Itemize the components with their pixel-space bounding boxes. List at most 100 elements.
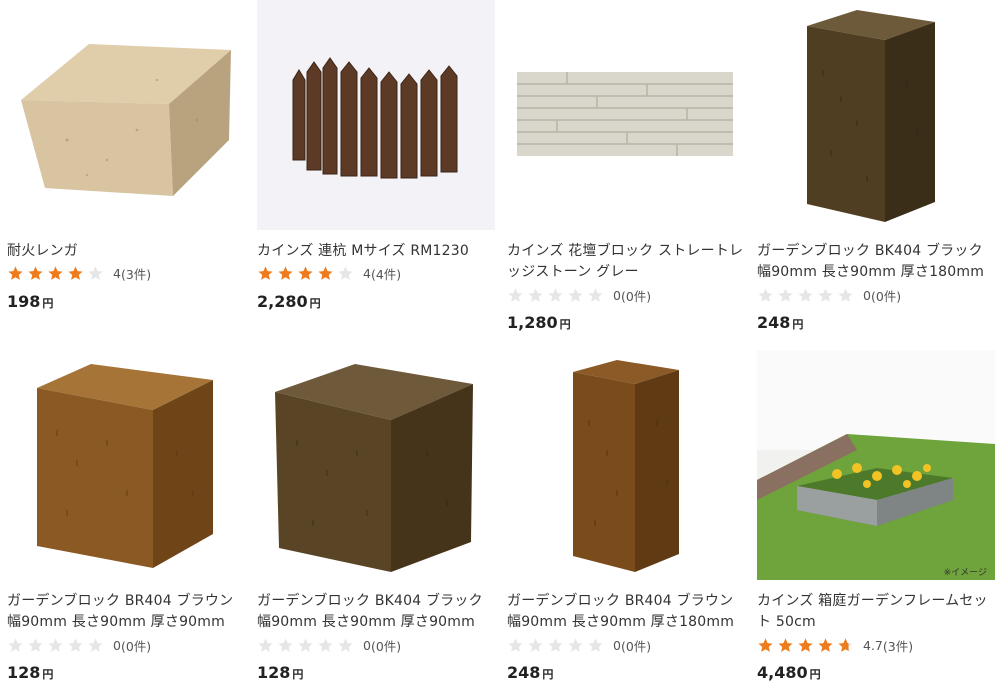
star-empty-icon — [508, 637, 523, 652]
star-rating — [757, 287, 857, 304]
product-card[interactable]: ガーデンブロック BK404 ブラック 幅90mm 長さ90mm 厚さ90mm … — [257, 350, 497, 682]
star-empty-icon — [778, 287, 793, 302]
star-empty-icon — [588, 287, 603, 302]
star-filled-icon — [758, 637, 773, 652]
price: 248 円 — [757, 313, 803, 332]
review-count[interactable]: (3件) — [883, 636, 913, 655]
currency-label: 円 — [542, 668, 554, 681]
star-filled-icon — [278, 265, 293, 280]
product-card[interactable]: 耐火レンガ 4 (3件) 198 円 — [7, 0, 247, 311]
rating: 0 (0件) — [757, 286, 901, 304]
star-empty-icon — [508, 287, 523, 302]
price: 128 円 — [7, 663, 53, 682]
star-empty-icon — [568, 287, 583, 302]
black-wood-block-tall-image[interactable] — [757, 0, 995, 230]
product-title[interactable]: ガーデンブロック BK404 ブラック 幅90mm 長さ90mm 厚さ180mm — [757, 241, 997, 283]
review-count[interactable]: (0件) — [871, 286, 901, 305]
star-empty-icon — [568, 637, 583, 652]
product-card[interactable]: ガーデンブロック BR404 ブラウン 幅90mm 長さ90mm 厚さ180mm… — [507, 350, 747, 682]
refractory-brick-image[interactable] — [7, 0, 245, 230]
price-value: 4,480 — [757, 663, 808, 682]
price-value: 2,280 — [257, 292, 308, 311]
rating-value: 0 — [613, 287, 621, 303]
star-filled-icon — [798, 637, 813, 652]
rating: 0 (0件) — [507, 286, 651, 304]
star-filled-icon — [778, 637, 793, 652]
rating-value: 0 — [613, 637, 621, 653]
price: 2,280 円 — [257, 292, 321, 311]
currency-label: 円 — [809, 668, 821, 681]
review-count[interactable]: (3件) — [121, 264, 151, 283]
price: 4,480 円 — [757, 663, 821, 682]
rating-value: 4.7 — [863, 637, 883, 653]
garden-frame-set-image[interactable]: ※イメージ — [757, 350, 995, 580]
review-count[interactable]: (0件) — [621, 286, 651, 305]
star-filled-icon — [8, 265, 23, 280]
rating: 4 (4件) — [257, 264, 401, 282]
currency-label: 円 — [559, 318, 571, 331]
star-empty-icon — [838, 287, 853, 302]
currency-label: 円 — [292, 668, 304, 681]
star-empty-icon — [8, 637, 23, 652]
star-rating — [757, 637, 857, 654]
star-empty-icon — [798, 287, 813, 302]
currency-label: 円 — [42, 297, 54, 310]
star-empty-icon — [588, 637, 603, 652]
star-rating — [257, 265, 357, 282]
product-title[interactable]: カインズ 箱庭ガーデンフレームセット 50cm — [757, 591, 997, 633]
star-half-icon — [838, 637, 853, 652]
star-filled-icon — [318, 265, 333, 280]
ledgestone-panel-image[interactable] — [507, 0, 745, 230]
star-empty-icon — [548, 287, 563, 302]
star-filled-icon — [258, 265, 273, 280]
star-empty-icon — [548, 637, 563, 652]
star-empty-icon — [528, 637, 543, 652]
currency-label: 円 — [42, 668, 54, 681]
star-empty-icon — [28, 637, 43, 652]
rating: 0 (0件) — [507, 636, 651, 654]
star-empty-icon — [48, 637, 63, 652]
product-title[interactable]: 耐火レンガ — [7, 241, 247, 262]
price-value: 128 — [7, 663, 41, 682]
star-empty-icon — [88, 637, 103, 652]
price-value: 248 — [757, 313, 791, 332]
review-count[interactable]: (4件) — [371, 264, 401, 283]
brown-wood-cube-image[interactable] — [7, 350, 245, 580]
product-title[interactable]: カインズ 花壇ブロック ストレートレッジストーン グレー — [507, 241, 747, 283]
star-empty-icon — [528, 287, 543, 302]
product-card[interactable]: カインズ 連杭 Mサイズ RM1230 4 (4件) 2,280 円 — [257, 0, 497, 311]
price: 128 円 — [257, 663, 303, 682]
star-empty-icon — [758, 287, 773, 302]
review-count[interactable]: (0件) — [371, 636, 401, 655]
product-title[interactable]: ガーデンブロック BR404 ブラウン 幅90mm 長さ90mm 厚さ90mm — [7, 591, 247, 633]
rating-value: 4 — [113, 265, 121, 281]
product-card[interactable]: カインズ 花壇ブロック ストレートレッジストーン グレー 0 (0件) 1,28… — [507, 0, 747, 332]
black-wood-cube-image[interactable] — [257, 350, 495, 580]
product-title[interactable]: カインズ 連杭 Mサイズ RM1230 — [257, 241, 497, 262]
star-rating — [7, 265, 107, 282]
currency-label: 円 — [309, 297, 321, 310]
wooden-stake-edging-image[interactable] — [257, 0, 495, 230]
product-card[interactable]: ※イメージ カインズ 箱庭ガーデンフレームセット 50cm 4.7 (3件) 4… — [757, 350, 997, 682]
rating: 4 (3件) — [7, 264, 151, 282]
price: 1,280 円 — [507, 313, 571, 332]
review-count[interactable]: (0件) — [121, 636, 151, 655]
rating: 0 (0件) — [257, 636, 401, 654]
product-card[interactable]: ガーデンブロック BK404 ブラック 幅90mm 長さ90mm 厚さ180mm… — [757, 0, 997, 332]
brown-wood-block-tall-image[interactable] — [507, 350, 745, 580]
star-rating — [507, 287, 607, 304]
price-value: 198 — [7, 292, 41, 311]
product-title[interactable]: ガーデンブロック BR404 ブラウン 幅90mm 長さ90mm 厚さ180mm — [507, 591, 747, 633]
product-card[interactable]: ガーデンブロック BR404 ブラウン 幅90mm 長さ90mm 厚さ90mm … — [7, 350, 247, 682]
star-empty-icon — [818, 287, 833, 302]
review-count[interactable]: (0件) — [621, 636, 651, 655]
price-value: 128 — [257, 663, 291, 682]
rating-value: 0 — [863, 287, 871, 303]
rating-value: 0 — [113, 637, 121, 653]
star-rating — [507, 637, 607, 654]
star-empty-icon — [338, 637, 353, 652]
rating: 0 (0件) — [7, 636, 151, 654]
product-title[interactable]: ガーデンブロック BK404 ブラック 幅90mm 長さ90mm 厚さ90mm — [257, 591, 497, 633]
star-empty-icon — [88, 265, 103, 280]
star-filled-icon — [68, 265, 83, 280]
